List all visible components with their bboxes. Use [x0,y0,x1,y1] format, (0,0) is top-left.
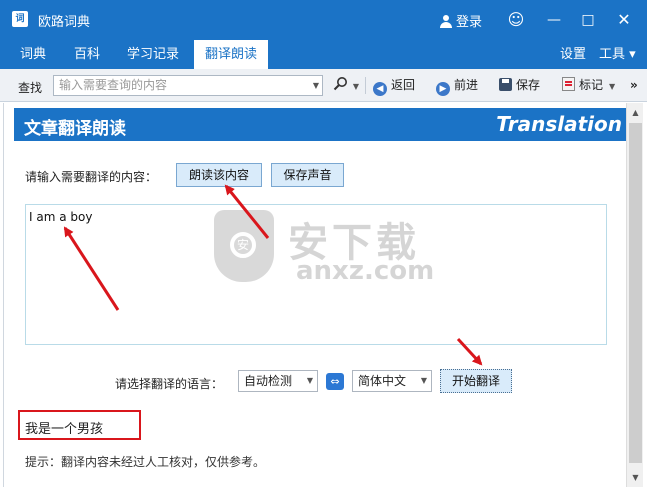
mark-label: 标记 [579,78,604,92]
menu-bar: 词典 百科 学习记录 翻译朗读 设置 工具 ▾ [0,40,647,69]
panel-title-english: Translation [496,112,622,136]
search-placeholder: 输入需要查询的内容 [59,78,168,92]
tools-menu[interactable]: 工具 ▾ [599,40,636,69]
save-icon [499,78,512,91]
toolbar: 查找 输入需要查询的内容 ▼ ▼ ◀ 返回 ▶ 前进 保存 标记 ▼ » [0,69,647,102]
user-icon [440,15,452,28]
chevron-down-icon: ▼ [420,376,427,385]
app-logo-icon: 词 [12,11,28,27]
target-language-select[interactable]: 简体中文 ▼ [352,370,432,392]
chevron-down-icon: ▼ [306,376,313,385]
toolbar-divider [365,77,366,94]
tab-translate-read[interactable]: 翻译朗读 [194,40,268,69]
login-button[interactable]: 登录 [440,11,482,30]
scrollbar-thumb[interactable] [629,123,642,463]
source-language-select[interactable]: 自动检测 ▼ [238,370,318,392]
tab-study-records[interactable]: 学习记录 [118,40,188,69]
smiley-icon[interactable]: ☺ [504,8,528,32]
window-title: 欧路词典 [38,15,91,30]
swap-languages-icon[interactable]: ⇔ [326,373,344,390]
forward-arrow-icon: ▶ [436,82,450,96]
save-button[interactable]: 保存 [499,75,540,96]
mark-button[interactable]: 标记 ▼ [562,75,615,96]
forward-label: 前进 [454,78,479,92]
source-text-area[interactable]: I am a boy [25,204,607,345]
back-arrow-icon: ◀ [373,82,387,96]
scroll-up-icon[interactable]: ▲ [628,105,643,120]
read-aloud-button[interactable]: 朗读该内容 [176,163,262,187]
input-prompt-label: 请输入需要翻译的内容： [25,170,158,184]
maximize-button[interactable]: □ [576,8,600,32]
close-button[interactable]: ✕ [612,8,636,32]
settings-menu[interactable]: 设置 [560,40,586,69]
minimize-button[interactable]: — [542,8,566,32]
search-input[interactable]: 输入需要查询的内容 ▼ [53,75,323,96]
toolbar-overflow-icon[interactable]: » [630,75,638,96]
disclaimer-hint: 提示：翻译内容未经过人工核对，仅供参考。 [25,455,266,469]
panel-banner: 文章翻译朗读 Translation [14,108,626,141]
tab-dictionary[interactable]: 词典 [10,40,56,69]
back-label: 返回 [391,78,416,92]
language-label: 请选择翻译的语言： [115,377,224,391]
search-icon[interactable]: ▼ [333,75,359,96]
tab-encyclopedia[interactable]: 百科 [64,40,110,69]
translate-panel: 文章翻译朗读 Translation 请输入需要翻译的内容： 朗读该内容 保存声… [3,103,626,487]
save-label: 保存 [516,78,541,92]
search-history-dropdown-icon[interactable]: ▼ [313,76,319,95]
vertical-scrollbar[interactable]: ▲ ▼ [626,103,643,487]
search-label: 查找 [18,81,43,95]
title-bar: 词 欧路词典 登录 ☺ — □ ✕ [0,0,647,40]
scroll-down-icon[interactable]: ▼ [628,470,643,485]
source-language-value: 自动检测 [244,374,293,388]
notebook-icon [562,77,575,91]
panel-title: 文章翻译朗读 [24,119,126,139]
target-language-value: 简体中文 [358,374,407,388]
back-button[interactable]: ◀ 返回 [373,75,415,96]
start-translate-button[interactable]: 开始翻译 [440,369,512,393]
translation-result: 我是一个男孩 [25,422,104,437]
login-label: 登录 [456,15,483,30]
forward-button[interactable]: ▶ 前进 [436,75,478,96]
save-voice-button[interactable]: 保存声音 [271,163,344,187]
